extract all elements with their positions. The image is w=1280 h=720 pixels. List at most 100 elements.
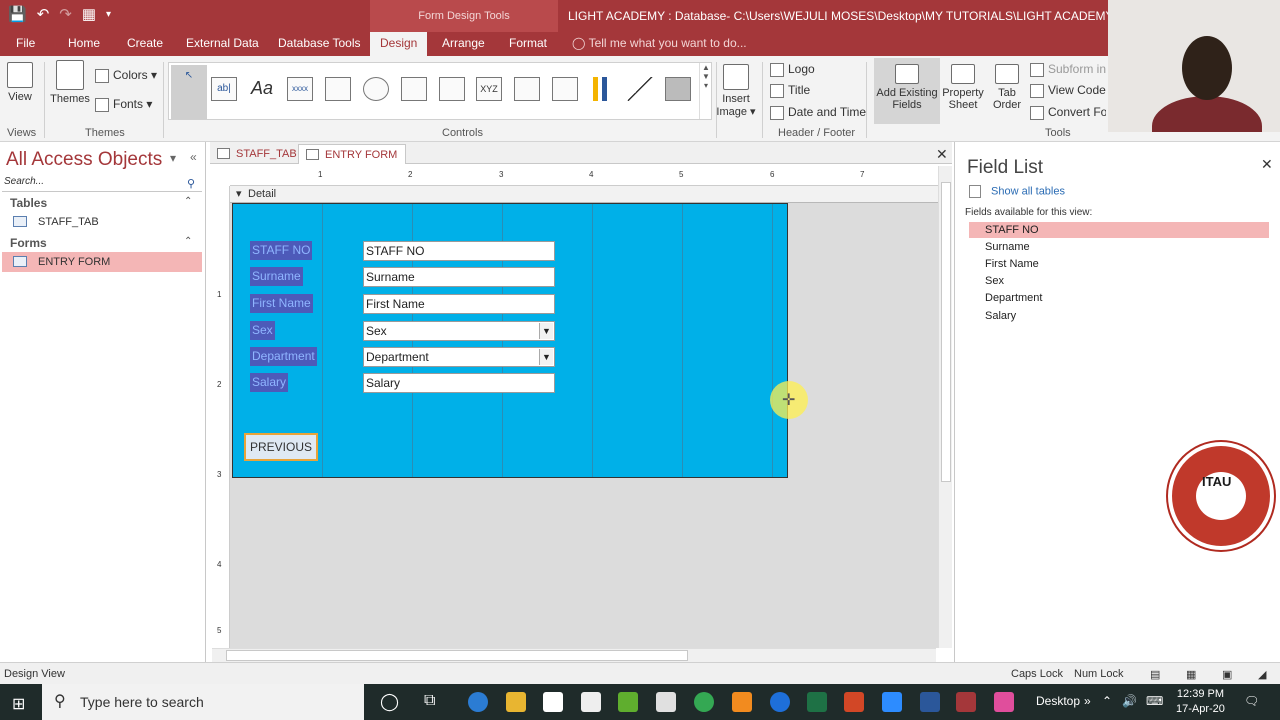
tell-me-box[interactable]: ◯ Tell me what you want to do...: [572, 36, 747, 50]
title-button[interactable]: Title: [770, 83, 810, 98]
scroll-thumb[interactable]: [226, 650, 688, 661]
button-control-icon[interactable]: xxxx: [287, 77, 313, 101]
cortana-icon[interactable]: ◯: [380, 692, 399, 712]
excel-icon[interactable]: [807, 692, 827, 712]
nav-item-staff-tab[interactable]: STAFF_TAB: [2, 212, 202, 232]
vertical-scrollbar[interactable]: [938, 166, 952, 648]
file-explorer-icon[interactable]: [506, 692, 526, 712]
volume-icon[interactable]: 🔊: [1122, 694, 1137, 708]
tab-format[interactable]: Format: [509, 36, 547, 50]
doc-tab-entry-form[interactable]: ENTRY FORM: [298, 144, 407, 164]
combobox-department[interactable]: Department ▼: [363, 347, 555, 367]
tab-database-tools[interactable]: Database Tools: [278, 36, 361, 50]
convert-form-button[interactable]: Convert Form: [1030, 105, 1106, 120]
edge-icon[interactable]: [468, 692, 488, 712]
web-browser-control-icon[interactable]: [401, 77, 427, 101]
windows-start-icon[interactable]: ⊞: [12, 694, 25, 714]
label-surname[interactable]: Surname: [250, 267, 303, 286]
property-sheet-button[interactable]: Property Sheet: [940, 64, 986, 111]
tab-external-data[interactable]: External Data: [186, 36, 259, 50]
combo-box-icon[interactable]: [552, 77, 578, 101]
label-department[interactable]: Department: [250, 347, 317, 366]
field-item-department[interactable]: Department: [969, 290, 1269, 306]
search-icon[interactable]: ⚲: [187, 177, 195, 190]
camtasia-icon[interactable]: [618, 692, 638, 712]
rectangle-icon[interactable]: [665, 77, 691, 101]
nav-search-input[interactable]: Search...: [2, 176, 202, 192]
store-icon[interactable]: [543, 692, 563, 712]
form-view-icon[interactable]: ▦: [82, 5, 96, 23]
tab-home[interactable]: Home: [68, 36, 100, 50]
toolbar-expand-icon[interactable]: »: [1084, 694, 1091, 708]
logo-button[interactable]: Logo: [770, 62, 815, 77]
collapse-pane-icon[interactable]: «: [190, 150, 197, 164]
insert-image-button[interactable]: Insert Image ▾: [714, 64, 758, 118]
date-time-button[interactable]: Date and Time: [770, 105, 866, 120]
save-icon[interactable]: 💾: [8, 5, 27, 23]
chart-icon[interactable]: [589, 77, 615, 101]
previous-button[interactable]: PREVIOUS: [244, 433, 318, 461]
customize-qat-icon[interactable]: ▾: [106, 9, 111, 20]
doc-tab-staff-tab[interactable]: STAFF_TAB: [210, 144, 305, 164]
word-icon[interactable]: [920, 692, 940, 712]
nav-section-tables[interactable]: Tables: [10, 196, 47, 210]
form-view-icon[interactable]: ▤: [1150, 668, 1160, 681]
close-document-icon[interactable]: ✕: [936, 146, 948, 163]
colors-button[interactable]: Colors ▾: [95, 68, 157, 83]
textbox-salary[interactable]: Salary: [363, 373, 555, 393]
scroll-thumb[interactable]: [941, 182, 951, 482]
nav-menu-chevron-icon[interactable]: ▾: [170, 151, 176, 165]
tab-create[interactable]: Create: [127, 36, 163, 50]
view-code-button[interactable]: View Code: [1030, 83, 1106, 98]
label-first-name[interactable]: First Name: [250, 294, 313, 313]
page-break-icon[interactable]: [514, 77, 540, 101]
label-salary[interactable]: Salary: [250, 373, 289, 392]
gallery-scroll[interactable]: ▲ ▼ ▾: [699, 63, 712, 119]
field-item-first-name[interactable]: First Name: [969, 256, 1269, 272]
tab-control-icon[interactable]: [325, 77, 351, 101]
line-icon[interactable]: [627, 77, 653, 101]
vlc-icon[interactable]: [732, 692, 752, 712]
label-control-icon[interactable]: Aa: [249, 77, 275, 101]
tab-design[interactable]: Design: [370, 32, 428, 56]
form-detail-area[interactable]: STAFF NO STAFF NO Surname Surname First …: [232, 203, 788, 478]
mail-icon[interactable]: [581, 692, 601, 712]
fonts-button[interactable]: Fonts ▾: [95, 97, 152, 112]
taskbar-search-input[interactable]: ⚲ Type here to search: [42, 684, 364, 720]
themes-button[interactable]: Themes: [50, 60, 90, 105]
nav-pane-title[interactable]: All Access Objects: [6, 149, 162, 171]
select-pointer-icon[interactable]: ↖: [171, 65, 207, 119]
field-item-surname[interactable]: Surname: [969, 239, 1269, 255]
task-view-icon[interactable]: ⧉: [424, 692, 435, 710]
field-item-sex[interactable]: Sex: [969, 273, 1269, 289]
hyperlink-control-icon[interactable]: [363, 77, 389, 101]
paint-icon[interactable]: [994, 692, 1014, 712]
layout-view-icon[interactable]: ▦: [1186, 668, 1196, 681]
subform-button[interactable]: Subform in N: [1030, 62, 1106, 77]
taskbar-clock[interactable]: 12:39 PM 17-Apr-20: [1176, 687, 1225, 717]
nav-item-entry-form[interactable]: ENTRY FORM: [2, 252, 202, 272]
tab-arrange[interactable]: Arrange: [442, 36, 485, 50]
chevron-down-icon[interactable]: ▼: [539, 349, 553, 365]
resize-grip-icon[interactable]: ◢: [1258, 668, 1266, 681]
tab-file[interactable]: File: [16, 36, 35, 50]
option-group-icon[interactable]: XYZ: [476, 77, 502, 101]
access-icon[interactable]: [956, 692, 976, 712]
textbox-staff-no[interactable]: STAFF NO: [363, 241, 555, 261]
show-all-tables-link[interactable]: Show all tables: [969, 185, 1065, 198]
media-player-icon[interactable]: [656, 692, 676, 712]
notifications-icon[interactable]: 🗨: [1244, 694, 1259, 708]
bluetooth-icon[interactable]: [770, 692, 790, 712]
tab-order-button[interactable]: Tab Order: [990, 64, 1024, 111]
combobox-sex[interactable]: Sex ▼: [363, 321, 555, 341]
label-sex[interactable]: Sex: [250, 321, 275, 340]
navigation-control-icon[interactable]: [439, 77, 465, 101]
add-existing-fields-button[interactable]: Add Existing Fields: [874, 64, 940, 111]
chevron-down-icon[interactable]: ▼: [539, 323, 553, 339]
detail-section-bar[interactable]: ▾ Detail: [230, 186, 938, 203]
keyboard-icon[interactable]: ⌨: [1146, 694, 1163, 708]
textbox-surname[interactable]: Surname: [363, 267, 555, 287]
redo-icon[interactable]: ↷: [59, 5, 72, 23]
desktop-toolbar[interactable]: Desktop: [1036, 694, 1080, 708]
zoom-icon[interactable]: [882, 692, 902, 712]
